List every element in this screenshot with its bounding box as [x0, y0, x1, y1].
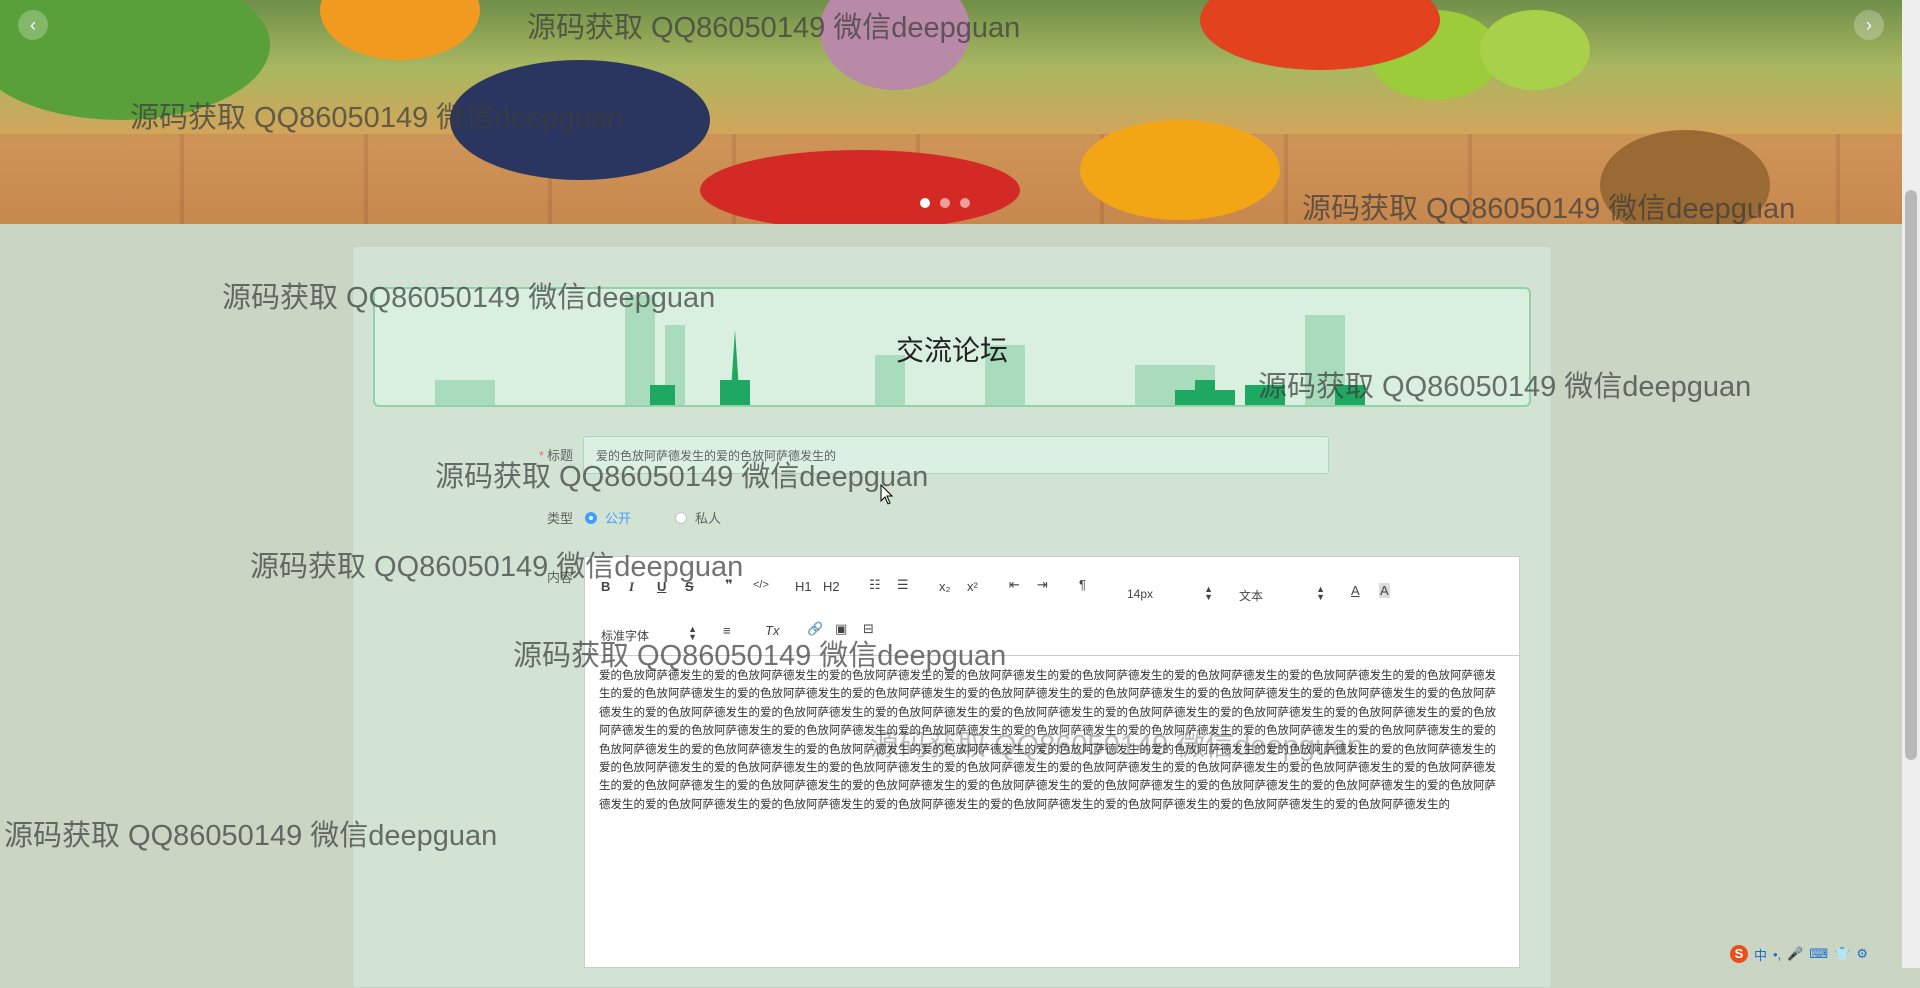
radio-private-label: 私人 [695, 511, 722, 526]
image-icon[interactable]: ▣ [835, 621, 847, 637]
h2-button[interactable]: H2 [823, 579, 840, 594]
editor-toolbar: B I U S ❞ </> H1 H2 ☷ ☰ x₂ x² ⇤ ⇥ ¶ 14px… [585, 557, 1519, 656]
font-size-picker[interactable]: 14px ▲ ▼ [1127, 584, 1213, 602]
background-color-button[interactable]: A [1379, 583, 1390, 598]
hero-carousel: ‹ › [0, 0, 1902, 224]
page-scrollbar[interactable] [1902, 0, 1920, 968]
header-format-value: 文本 [1239, 589, 1264, 603]
font-family-picker[interactable]: 标准字体 ▲ ▼ [601, 624, 697, 644]
keyboard-icon[interactable]: ⌨ [1809, 946, 1828, 962]
ime-mode-toggle[interactable]: 中 [1754, 945, 1767, 964]
superscript-button[interactable]: x² [967, 579, 978, 594]
ordered-list-button[interactable]: ☷ [869, 577, 881, 593]
underline-button[interactable]: U [657, 579, 666, 594]
type-label: 类型 [546, 511, 573, 526]
required-asterisk: * [538, 448, 544, 463]
picker-arrows-icon: ▲ ▼ [1316, 584, 1325, 602]
rich-text-editor[interactable]: B I U S ❞ </> H1 H2 ☷ ☰ x₂ x² ⇤ ⇥ ¶ 14px… [584, 556, 1520, 968]
picker-arrows-icon: ▲ ▼ [688, 624, 697, 642]
blockquote-button[interactable]: ❞ [725, 577, 733, 593]
clean-format-button[interactable]: Tx [765, 623, 779, 638]
carousel-indicators [920, 198, 970, 208]
title-label-text: 标题 [546, 448, 573, 463]
italic-button[interactable]: I [629, 579, 634, 595]
ime-toolbar: S 中 •, 🎤 ⌨ 👕 ⚙ [1730, 942, 1902, 966]
title-label-row: * 标题 [503, 445, 573, 464]
blueberries-image [450, 60, 710, 180]
title-input[interactable]: 爱的色放阿萨德发生的爱的色放阿萨德发生的 [583, 436, 1329, 474]
align-button[interactable]: ≡ [723, 623, 731, 638]
carousel-next-button[interactable]: › [1854, 10, 1884, 40]
settings-icon[interactable]: ⚙ [1856, 946, 1868, 962]
page-title: 交流论坛 [895, 335, 1008, 366]
radio-public-circle[interactable] [585, 511, 597, 524]
code-block-button[interactable]: </> [753, 579, 769, 591]
content-label-row: 内容 [503, 567, 573, 586]
link-icon[interactable]: 🔗 [807, 621, 823, 637]
type-row: 类型 公开 私人 [503, 508, 721, 527]
header-format-picker[interactable]: 文本 ▲ ▼ [1239, 584, 1325, 604]
editor-content[interactable]: 爱的色放阿萨德发生的爱的色放阿萨德发生的爱的色放阿萨德发生的爱的色放阿萨德发生的… [599, 667, 1503, 814]
lime-image-2 [1480, 10, 1590, 90]
text-color-button[interactable]: A [1351, 583, 1360, 598]
radio-private[interactable]: 私人 [675, 508, 721, 527]
microphone-icon[interactable]: 🎤 [1787, 946, 1803, 962]
picker-arrows-icon: ▲ ▼ [1204, 584, 1213, 602]
radio-private-circle[interactable] [675, 511, 688, 524]
onion-image [820, 0, 970, 90]
sogou-ime-icon[interactable]: S [1730, 945, 1748, 963]
page-scrollbar-thumb[interactable] [1905, 190, 1917, 760]
carousel-dot-3[interactable] [960, 198, 970, 208]
radio-public-label: 公开 [605, 511, 632, 526]
video-icon[interactable]: ⊟ [863, 621, 874, 637]
indent-button[interactable]: ⇥ [1037, 577, 1048, 593]
title-label: * 标题 [539, 445, 573, 464]
carousel-dot-2[interactable] [940, 198, 950, 208]
strawberries-image [700, 150, 1020, 224]
page-title-banner: 交流论坛 [373, 287, 1531, 407]
font-size-value: 14px [1127, 587, 1154, 601]
bold-button[interactable]: B [601, 579, 610, 594]
subscript-button[interactable]: x₂ [939, 579, 951, 594]
strikethrough-button[interactable]: S [685, 579, 694, 594]
h1-button[interactable]: H1 [795, 579, 812, 594]
skin-icon[interactable]: 👕 [1834, 946, 1850, 962]
tomatoes-image [1080, 120, 1280, 220]
radio-public[interactable]: 公开 [585, 508, 631, 527]
font-family-value: 标准字体 [601, 629, 650, 643]
bullet-list-button[interactable]: ☰ [897, 577, 909, 593]
mouse-cursor-icon [880, 484, 894, 505]
carousel-dot-1[interactable] [920, 198, 930, 208]
orange-slice-image [320, 0, 480, 60]
ime-punctuation-icon[interactable]: •, [1773, 947, 1781, 962]
text-direction-button[interactable]: ¶ [1079, 577, 1086, 592]
carousel-prev-button[interactable]: ‹ [18, 10, 48, 40]
content-label: 内容 [546, 570, 573, 585]
outdent-button[interactable]: ⇤ [1009, 577, 1020, 593]
